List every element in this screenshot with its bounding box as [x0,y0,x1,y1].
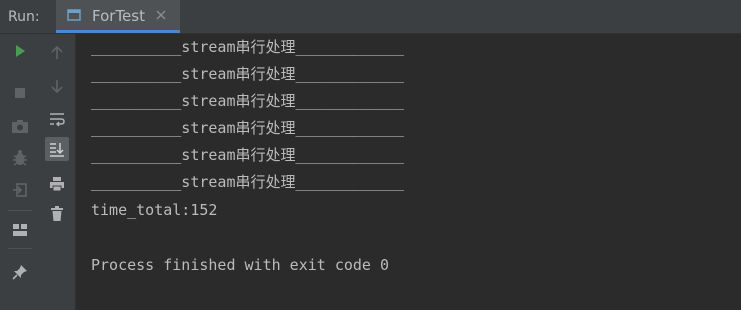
trash-icon [51,206,63,221]
tab-title: ForTest [92,7,145,25]
print-button[interactable] [45,172,69,196]
stop-button[interactable] [8,81,32,105]
console-line: time_total:152 [91,201,218,219]
console-line: Process finished with exit code 0 [91,256,390,274]
previous-occurrence-button[interactable] [45,41,69,65]
run-toolbar [0,34,76,310]
run-toolwindow-header: Run: ForTest [0,0,741,34]
debug-icon [13,150,27,166]
soft-wrap-button[interactable] [45,107,69,131]
scroll-to-end-icon [50,143,64,157]
camera-icon [12,120,28,133]
exit-icon [13,183,27,197]
console-line: __________stream串行处理____________ [91,65,404,83]
down-arrow-icon [51,80,63,94]
console-line: __________stream串行处理____________ [91,92,404,110]
toolbar-separator [8,210,32,211]
console-line: __________stream串行处理____________ [91,146,404,164]
print-icon [50,177,64,192]
scroll-to-end-button[interactable] [45,137,69,161]
next-occurrence-button[interactable] [45,74,69,98]
run-label: Run: [8,9,40,25]
console-line: __________stream串行处理____________ [91,119,404,137]
up-arrow-icon [51,45,63,59]
toolbar-separator [8,248,32,249]
console-output[interactable]: __________stream串行处理____________ _______… [77,34,741,310]
tab-fortest[interactable]: ForTest [56,0,180,33]
console-line: __________stream串行处理____________ [91,38,404,56]
layout-button[interactable] [8,218,32,242]
close-icon[interactable] [154,8,168,22]
clear-all-button[interactable] [45,202,69,226]
rerun-button[interactable] [8,39,32,63]
console-line: __________stream串行处理____________ [91,173,404,191]
soft-wrap-icon [50,113,65,127]
exit-button[interactable] [8,178,32,202]
layout-icon [13,224,27,236]
dump-threads-button[interactable] [8,114,32,138]
pin-button[interactable] [8,260,32,284]
stop-icon [15,88,25,98]
pin-icon [12,265,27,280]
run-config-icon [67,9,81,21]
rerun-icon [16,45,25,57]
debug-button[interactable] [8,146,32,170]
